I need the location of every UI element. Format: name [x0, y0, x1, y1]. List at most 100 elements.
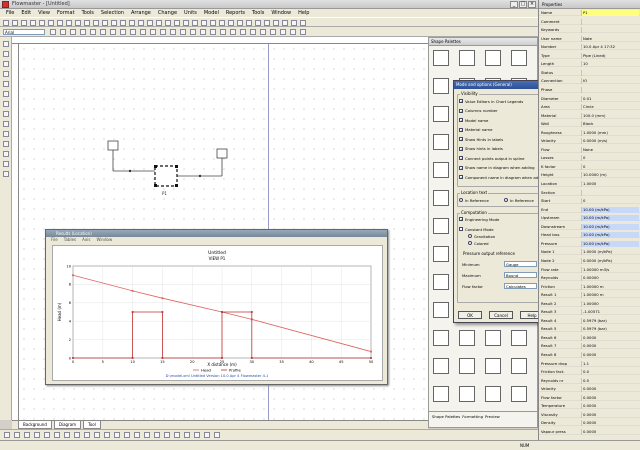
- toolbar-button[interactable]: [228, 20, 234, 26]
- property-value[interactable]: 1.00000: [581, 300, 639, 307]
- property-value[interactable]: 0.0000: [581, 394, 639, 401]
- toolbar-button[interactable]: [300, 29, 306, 35]
- ok-button[interactable]: OK: [458, 311, 482, 319]
- property-value[interactable]: 0.01: [581, 95, 639, 102]
- toolbar-button[interactable]: [102, 20, 108, 26]
- property-value[interactable]: [581, 18, 639, 25]
- results-menu-window[interactable]: Window: [96, 237, 112, 243]
- property-value[interactable]: 0.0000 (m/kPa): [581, 257, 639, 264]
- palette-symbol[interactable]: [511, 358, 527, 374]
- toolbar-button[interactable]: [280, 29, 286, 35]
- tool-button[interactable]: [3, 151, 9, 157]
- property-row[interactable]: Comment: [539, 18, 640, 25]
- property-row[interactable]: Result 6 0.0000: [539, 334, 640, 341]
- gravitation-radio[interactable]: Gravitation: [468, 233, 495, 239]
- property-value[interactable]: None: [581, 146, 639, 153]
- property-value[interactable]: Circle: [581, 104, 639, 111]
- property-value[interactable]: 0.0: [581, 369, 639, 376]
- flow-factor-select[interactable]: Calculates: [504, 283, 537, 289]
- property-row[interactable]: Density 0.0000: [539, 420, 640, 427]
- toolbar-button[interactable]: [111, 20, 117, 26]
- drawing-tool-button[interactable]: [124, 432, 130, 438]
- toolbar-button[interactable]: [150, 29, 156, 35]
- property-row[interactable]: Result 7 0.0000: [539, 343, 640, 350]
- property-value[interactable]: 1.00000 m3/s: [581, 266, 639, 273]
- property-row[interactable]: Flow None: [539, 146, 640, 153]
- drawing-tool-button[interactable]: [64, 432, 70, 438]
- toolbar-button[interactable]: [230, 29, 236, 35]
- palette-symbol[interactable]: [433, 274, 449, 290]
- drawing-tool-button[interactable]: [4, 432, 10, 438]
- toolbar-button[interactable]: [300, 20, 306, 26]
- drawing-tool-button[interactable]: [194, 432, 200, 438]
- tool-button[interactable]: [3, 81, 9, 87]
- close-button[interactable]: ×: [528, 1, 536, 8]
- property-value[interactable]: 0: [581, 198, 639, 205]
- property-value[interactable]: 0.0000 (m/s): [581, 138, 639, 145]
- toolbar-button[interactable]: [90, 29, 96, 35]
- property-row[interactable]: Pressure 10.00 (m/kPa): [539, 240, 640, 247]
- property-value[interactable]: IO: [581, 78, 639, 85]
- property-row[interactable]: Viscosity 0.0000: [539, 411, 640, 418]
- palette-symbol[interactable]: [485, 386, 501, 402]
- drawing-tool-button[interactable]: [144, 432, 150, 438]
- cancel-button[interactable]: Cancel: [489, 311, 513, 319]
- maximum-select[interactable]: Bound: [504, 272, 537, 278]
- property-row[interactable]: Status: [539, 69, 640, 76]
- palette-symbol[interactable]: [433, 218, 449, 234]
- property-value[interactable]: 0: [581, 163, 639, 170]
- property-row[interactable]: Location 1.0000: [539, 181, 640, 187]
- palette-symbol[interactable]: [433, 302, 449, 318]
- minimum-select[interactable]: Gauge: [504, 261, 537, 267]
- property-value[interactable]: 10.0000 (m): [581, 172, 639, 179]
- property-value[interactable]: Nate: [581, 35, 639, 42]
- tool-button[interactable]: [3, 171, 9, 177]
- property-row[interactable]: Name P1: [539, 10, 640, 16]
- menu-item[interactable]: Selection: [101, 10, 124, 16]
- menu-item[interactable]: Edit: [21, 10, 31, 16]
- property-value[interactable]: [581, 27, 639, 34]
- property-row[interactable]: Node 1 1.0000 (m/kPa): [539, 249, 640, 256]
- property-row[interactable]: Result 2 1.00000: [539, 300, 640, 307]
- palette-symbol[interactable]: [459, 330, 475, 346]
- palette-symbol[interactable]: [433, 358, 449, 374]
- palette-symbol[interactable]: [433, 330, 449, 346]
- property-row[interactable]: Result 5 0.5979 (bar): [539, 326, 640, 333]
- drawing-tool-button[interactable]: [84, 432, 90, 438]
- property-value[interactable]: 0.0: [581, 377, 639, 384]
- toolbar-button[interactable]: [70, 29, 76, 35]
- toolbar-button[interactable]: [170, 29, 176, 35]
- menu-item[interactable]: Tools: [82, 10, 94, 16]
- toolbar-button[interactable]: [210, 29, 216, 35]
- toolbar-button[interactable]: [110, 29, 116, 35]
- property-row[interactable]: Roughness 1.0000 (mm): [539, 129, 640, 136]
- property-row[interactable]: Upstream 10.00 (m/kPa): [539, 215, 640, 222]
- menu-item[interactable]: View: [38, 10, 50, 16]
- property-row[interactable]: Friction fact. 0.0: [539, 369, 640, 376]
- toolbar-button[interactable]: [291, 20, 297, 26]
- toolbar-button[interactable]: [250, 29, 256, 35]
- option-checkbox[interactable]: ✓ Connect points output in spline: [459, 155, 524, 161]
- drawing-tool-button[interactable]: [154, 432, 160, 438]
- tab-shape-palettes[interactable]: Shape Palettes: [432, 414, 460, 419]
- palette-symbol[interactable]: [511, 50, 527, 66]
- tool-button[interactable]: [3, 71, 9, 77]
- drawing-tool-button[interactable]: [214, 432, 220, 438]
- toolbar-button[interactable]: [264, 20, 270, 26]
- property-row[interactable]: Height 10.0000 (m): [539, 172, 640, 179]
- property-value[interactable]: 0.00000: [581, 275, 639, 282]
- results-window[interactable]: Results (Location) File Tables Axis Wind…: [45, 229, 388, 385]
- property-row[interactable]: Material 100.0 (mm): [539, 112, 640, 119]
- toolbar-button[interactable]: [48, 20, 54, 26]
- toolbar-button[interactable]: [255, 20, 261, 26]
- toolbar-button[interactable]: [57, 20, 63, 26]
- drawing-tool-button[interactable]: [14, 432, 20, 438]
- toolbar-button[interactable]: [130, 29, 136, 35]
- property-row[interactable]: User name Nate: [539, 35, 640, 42]
- toolbar-button[interactable]: [75, 20, 81, 26]
- toolbar-button[interactable]: [270, 29, 276, 35]
- property-row[interactable]: Reynolds 0.00000: [539, 275, 640, 282]
- menu-item[interactable]: Window: [271, 10, 291, 16]
- tab-diagram[interactable]: Diagram: [53, 421, 82, 429]
- palette-symbol[interactable]: [433, 50, 449, 66]
